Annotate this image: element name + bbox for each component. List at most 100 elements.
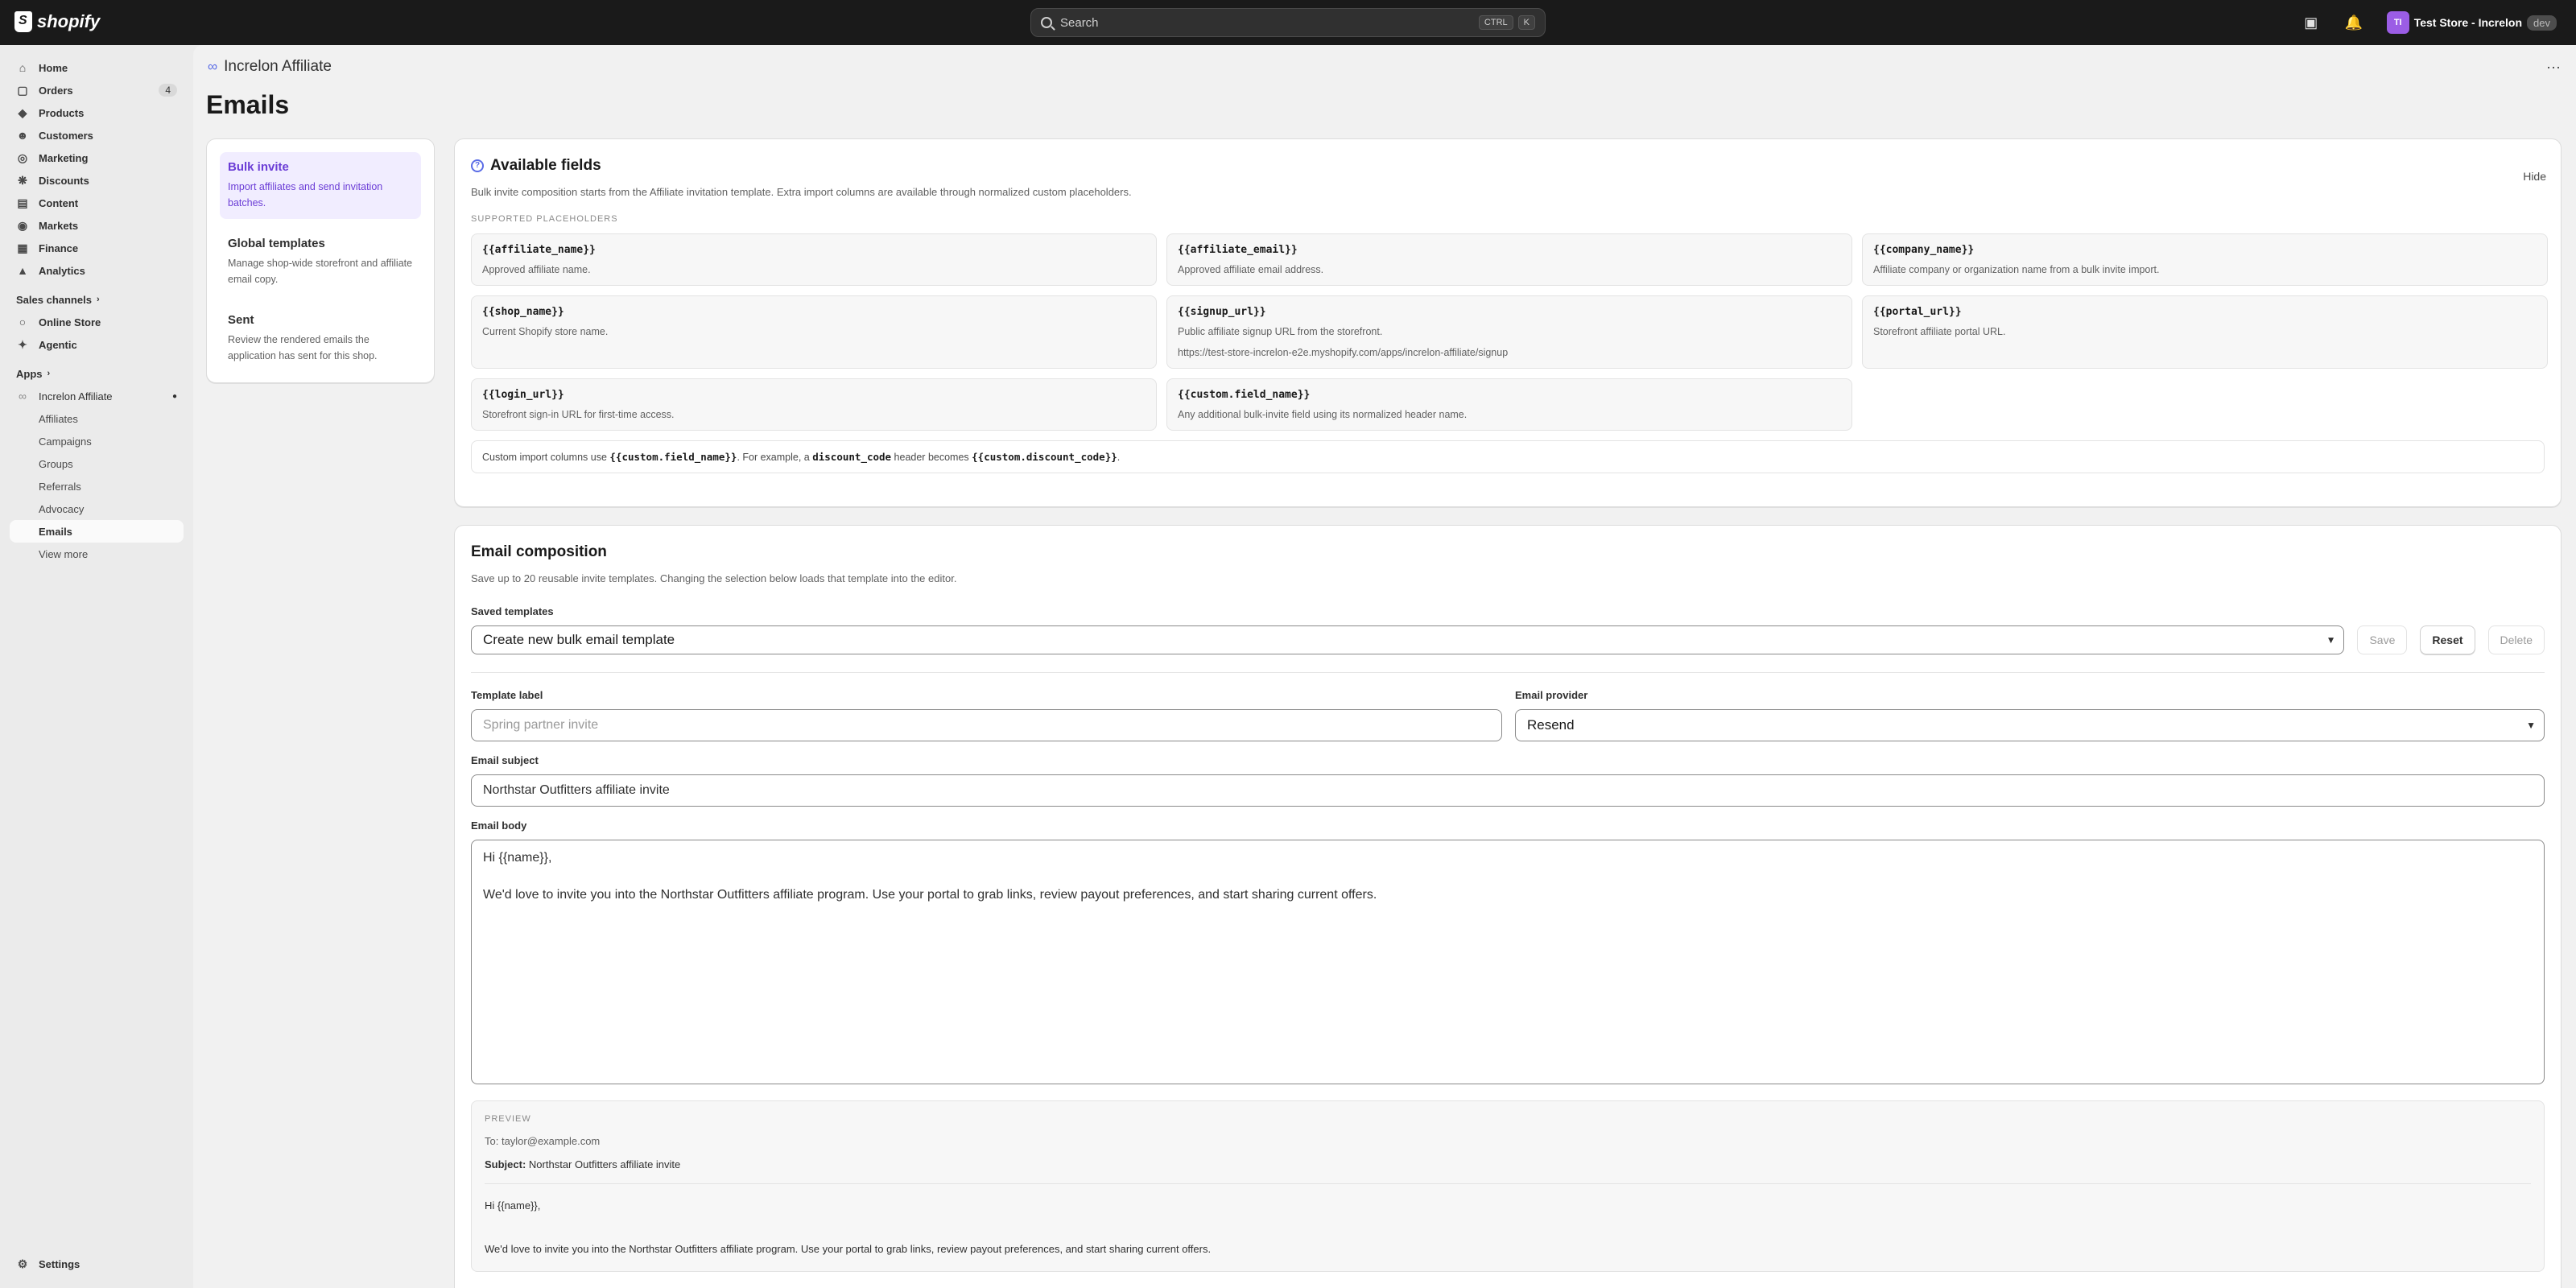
sidebar-item-agentic[interactable]: ✦ Agentic (10, 333, 184, 356)
logo-text: shopify (37, 11, 101, 31)
sales-channels-header[interactable]: Sales channels › (10, 288, 184, 311)
top-bar: shopify Search CTRL K ▣ 🔔 TI Test Store … (0, 0, 2576, 45)
placeholder-card: {{custom.field_name}} Any additional bulk… (1166, 378, 1852, 431)
sidebar-item-view-more[interactable]: View more (10, 543, 184, 565)
subject-label: Email subject (471, 754, 539, 766)
sidebar-item-advocacy[interactable]: Advocacy (10, 497, 184, 520)
apps-header[interactable]: Apps › (10, 362, 184, 385)
template-label-group: Template label Spring partner invite (471, 689, 1502, 741)
tab-bulk-invite[interactable]: Bulk invite Import affiliates and send i… (220, 152, 421, 219)
provider-select[interactable]: Resend ▼ (1515, 709, 2545, 741)
pin-icon[interactable]: ● (172, 392, 177, 401)
chevron-right-icon: › (96, 295, 100, 304)
sidebar-item-finance[interactable]: ▦ Finance (10, 237, 184, 259)
marketing-icon: ◎ (17, 151, 28, 164)
placeholder-desc: Storefront sign-in URL for first-time ac… (482, 409, 675, 420)
template-label-input[interactable]: Spring partner invite (471, 709, 1502, 741)
placeholder-code: {{portal_url}} (1873, 306, 1962, 318)
nav-label: Finance (39, 242, 79, 254)
subject-input[interactable]: Northstar Outfitters affiliate invite (471, 774, 2545, 807)
sidebar-item-discounts[interactable]: ❋ Discounts (10, 169, 184, 192)
sidebar-item-markets[interactable]: ◉ Markets (10, 214, 184, 237)
placeholder-code: {{signup_url}} (1178, 306, 1266, 318)
placeholder-card: {{login_url}} Storefront sign-in URL for … (471, 378, 1157, 431)
custom-columns-note: Custom import columns use {{custom.field… (471, 440, 2545, 473)
store-icon[interactable]: ▣ (2303, 14, 2319, 31)
hide-button[interactable]: Hide (2523, 170, 2546, 183)
placeholder-desc: Approved affiliate email address. (1178, 264, 1324, 275)
body-textarea[interactable]: Hi {{name}}, We'd love to invite you int… (471, 840, 2545, 1084)
sidebar-item-online-store[interactable]: ○ Online Store (10, 311, 184, 333)
bell-icon[interactable]: 🔔 (2345, 14, 2363, 31)
sidebar-item-emails[interactable]: Emails (10, 520, 184, 543)
store-avatar: TI (2386, 11, 2409, 34)
info-icon: ? (471, 159, 484, 172)
online-store-icon: ○ (19, 316, 27, 328)
chevron-right-icon: › (47, 369, 51, 378)
placeholder-desc: Current Shopify store name. (482, 326, 609, 337)
provider-group: Email provider Resend ▼ (1515, 689, 2545, 741)
discounts-icon: ❋ (18, 174, 27, 187)
sidebar-item-settings[interactable]: ⚙ Settings (10, 1253, 184, 1275)
reset-button[interactable]: Reset (2420, 625, 2475, 654)
sidebar-item-increlon-affiliate[interactable]: ∞ Increlon Affiliate ● (10, 385, 184, 407)
placeholders-grid: {{affiliate_name}} Approved affiliate nam… (471, 233, 2548, 431)
placeholder-code: {{company_name}} (1873, 244, 1975, 256)
nav-label: Customers (39, 129, 93, 142)
tab-description: Manage shop-wide storefront and affiliat… (228, 258, 413, 285)
shopify-bag-icon (14, 11, 32, 32)
sidebar-item-home[interactable]: ⌂ Home (10, 56, 184, 79)
store-switcher[interactable]: TI Test Store - Increlon dev (2386, 11, 2557, 34)
sidebar-item-campaigns[interactable]: Campaigns (10, 430, 184, 452)
sidebar-item-customers[interactable]: ☻ Customers (10, 124, 184, 147)
agentic-icon: ✦ (18, 338, 27, 351)
sidebar-item-orders[interactable]: ▢ Orders 4 (10, 79, 184, 101)
template-label-label: Template label (471, 689, 543, 701)
divider (485, 1183, 2531, 1184)
sidebar-item-content[interactable]: ▤ Content (10, 192, 184, 214)
sidebar-item-marketing[interactable]: ◎ Marketing (10, 147, 184, 169)
orders-icon: ▢ (17, 84, 28, 97)
orders-count-badge: 4 (159, 84, 177, 97)
email-composition-card: Email composition Save up to 20 reusable… (454, 525, 2562, 1288)
preview-subject-key: Subject: (485, 1158, 526, 1170)
placeholder-desc: Affiliate company or organization name f… (1873, 264, 2160, 275)
sidebar-item-analytics[interactable]: ▲ Analytics (10, 259, 184, 282)
shopify-logo[interactable]: shopify (14, 11, 100, 32)
more-options-icon[interactable]: ⋯ (2546, 60, 2562, 76)
tab-sent[interactable]: Sent Review the rendered emails the appl… (220, 305, 421, 372)
app-title: Increlon Affiliate (224, 58, 332, 75)
available-fields-subtitle: Bulk invite composition starts from the … (471, 186, 1132, 198)
placeholder-card: {{portal_url}} Storefront affiliate porta… (1862, 295, 2548, 369)
search-placeholder: Search (1060, 15, 1099, 30)
sidebar-item-affiliates[interactable]: Affiliates (10, 407, 184, 430)
sidebar-item-products[interactable]: ◆ Products (10, 101, 184, 124)
delete-button[interactable]: Delete (2487, 625, 2545, 654)
placeholder-card: {{company_name}} Affiliate company or org… (1862, 233, 2548, 286)
search-icon (1041, 17, 1052, 28)
composition-title: Email composition (471, 543, 607, 560)
home-icon: ⌂ (19, 61, 27, 74)
placeholder-code: {{custom.field_name}} (1178, 389, 1311, 401)
search-bar[interactable]: Search CTRL K (1030, 8, 1546, 37)
kbd-ctrl: CTRL (1478, 15, 1513, 30)
save-button[interactable]: Save (2357, 625, 2408, 654)
nav-label: Markets (39, 219, 79, 232)
nav-label: Increlon Affiliate (39, 390, 113, 402)
tab-description: Review the rendered emails the applicati… (228, 334, 378, 361)
sidebar-item-groups[interactable]: Groups (10, 452, 184, 475)
preview-subject: Subject: Northstar Outfitters affiliate … (485, 1158, 2531, 1170)
available-fields-heading: ? Available fields (471, 157, 2545, 175)
nav-label: Discounts (39, 174, 89, 187)
saved-templates-row: Create new bulk email template ▼ Save Re… (471, 625, 2545, 654)
placeholder-card: {{signup_url}} Public affiliate signup UR… (1166, 295, 1852, 369)
sidebar-item-referrals[interactable]: Referrals (10, 475, 184, 497)
dev-badge: dev (2527, 14, 2557, 31)
available-fields-card: ? Available fields Bulk invite compositi… (454, 138, 2562, 507)
tab-title: Global templates (228, 237, 325, 250)
saved-templates-value: Create new bulk email template (483, 632, 675, 647)
saved-templates-select[interactable]: Create new bulk email template ▼ (471, 625, 2345, 654)
apps-label: Apps (16, 367, 43, 380)
sales-channels-label: Sales channels (16, 293, 92, 306)
tab-global-templates[interactable]: Global templates Manage shop-wide storef… (220, 229, 421, 295)
